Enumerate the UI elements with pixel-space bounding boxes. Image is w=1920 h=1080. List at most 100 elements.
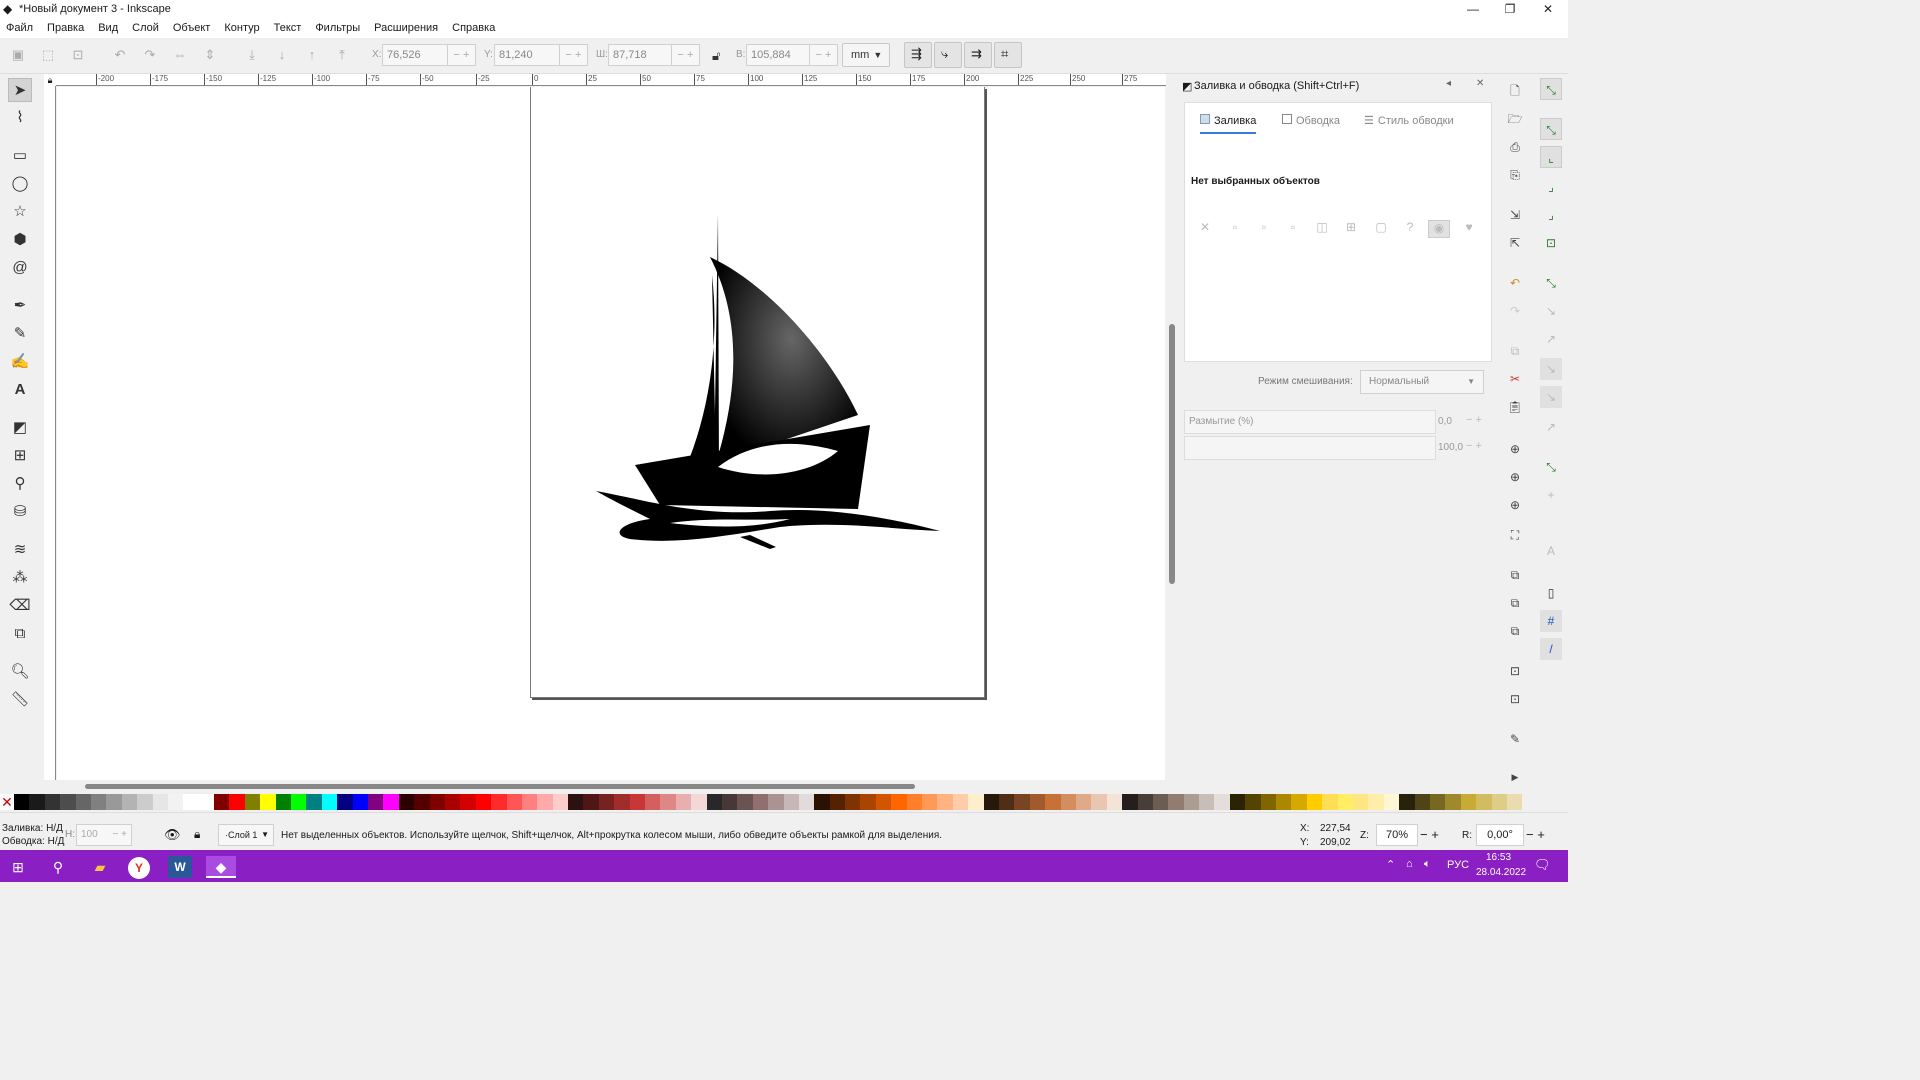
color-swatch[interactable]	[1183, 794, 1200, 810]
inkscape-taskbar-icon[interactable]: ◆	[206, 856, 236, 878]
open-icon[interactable]: 🗁︎	[1506, 110, 1524, 128]
snap-centers-icon[interactable]: ⤡	[1540, 456, 1562, 478]
color-swatch[interactable]	[1460, 794, 1477, 810]
blur-stepper[interactable]: − +	[1466, 414, 1482, 426]
color-swatch[interactable]	[491, 794, 507, 810]
color-swatch[interactable]	[44, 794, 61, 810]
snap-intersection-icon[interactable]: ↗	[1540, 328, 1562, 350]
fill-rule-nonzero-icon[interactable]: ♥	[1458, 220, 1480, 238]
gradient-tool[interactable]: ◩	[8, 416, 32, 440]
dropper-tool[interactable]: ⚲	[8, 472, 32, 496]
menu-layer[interactable]: Слой	[132, 22, 159, 34]
menu-object[interactable]: Объект	[173, 22, 210, 34]
undo-icon[interactable]: ↶	[1506, 274, 1524, 292]
color-swatch[interactable]	[90, 794, 107, 810]
color-swatch[interactable]	[1045, 794, 1061, 810]
color-swatch[interactable]	[1445, 794, 1461, 810]
color-swatch[interactable]	[968, 794, 984, 810]
color-swatch[interactable]	[460, 794, 476, 810]
color-swatch[interactable]	[768, 794, 784, 810]
color-swatch[interactable]	[845, 794, 861, 810]
color-swatch[interactable]	[1322, 794, 1338, 810]
lower-icon[interactable]: ↓	[274, 47, 290, 63]
zoom-selection-icon[interactable]: ⊕	[1506, 440, 1524, 458]
group-icon[interactable]: ⊡	[1506, 662, 1524, 680]
width-stepper[interactable]: − +	[672, 44, 700, 66]
export-icon[interactable]: ⇱	[1506, 234, 1524, 252]
color-swatch[interactable]	[229, 794, 245, 810]
zoom-width-icon[interactable]: ⛶	[1506, 526, 1524, 544]
x-stepper[interactable]: − +	[448, 44, 476, 66]
transform-pattern-button[interactable]: ⌗	[994, 42, 1022, 68]
paste-icon[interactable]: 📋︎	[1506, 398, 1524, 416]
tray-chevron-icon[interactable]: ⌃	[1386, 858, 1395, 871]
notifications-icon[interactable]: 🗨︎	[1534, 857, 1551, 873]
color-swatch[interactable]	[552, 794, 569, 810]
snap-enable-icon[interactable]: ⤡	[1540, 78, 1562, 100]
snap-nodes-icon[interactable]: ⤡	[1540, 272, 1562, 294]
color-swatch[interactable]	[398, 794, 415, 810]
calligraphy-tool[interactable]: ✍	[8, 350, 32, 374]
lower-bottom-icon[interactable]: ⤓	[244, 47, 260, 63]
raise-top-icon[interactable]: ⤒	[334, 47, 350, 63]
no-color-swatch[interactable]: ✕	[0, 794, 14, 810]
ungroup-icon[interactable]: ⊡	[1506, 690, 1524, 708]
vertical-scroll-thumb[interactable]	[1169, 324, 1175, 584]
spiral-tool[interactable]: @	[8, 256, 32, 280]
layer-select[interactable]: ·Слой 1 ▼	[218, 824, 274, 846]
minimize-button[interactable]: —	[1455, 0, 1491, 18]
color-swatch[interactable]	[752, 794, 769, 810]
menu-text[interactable]: Текст	[274, 22, 302, 34]
tab-fill[interactable]: Заливка	[1200, 108, 1257, 134]
color-swatch[interactable]	[137, 794, 153, 810]
linear-gradient-icon[interactable]: ▫	[1253, 220, 1275, 238]
color-swatch[interactable]	[1291, 794, 1307, 810]
color-swatch[interactable]	[798, 794, 815, 810]
horizontal-scrollbar[interactable]	[57, 780, 1166, 792]
opacity-stepper[interactable]: − +	[1466, 440, 1482, 452]
unlink-clone-icon[interactable]: ⧉	[1506, 622, 1524, 640]
color-swatch[interactable]	[244, 794, 261, 810]
y-stepper[interactable]: − +	[560, 44, 588, 66]
snap-bbox-icon[interactable]: ⤡	[1540, 118, 1562, 140]
color-swatch[interactable]	[291, 794, 307, 810]
guide-lock-icon[interactable]: 🔒︎	[44, 74, 56, 86]
cut-icon[interactable]: ✂	[1506, 370, 1524, 388]
color-swatch[interactable]	[1122, 794, 1138, 810]
color-swatch[interactable]	[937, 794, 953, 810]
color-swatch[interactable]	[521, 794, 538, 810]
file-explorer-icon[interactable]: ▰	[88, 856, 112, 878]
color-swatch[interactable]	[1306, 794, 1323, 810]
raise-icon[interactable]: ↑	[304, 47, 320, 63]
color-swatch[interactable]	[1491, 794, 1507, 810]
blur-slider[interactable]: Размытие (%)	[1184, 410, 1436, 434]
unset-paint-icon[interactable]: ?	[1399, 220, 1421, 238]
color-swatch[interactable]	[891, 794, 907, 810]
color-swatch[interactable]	[952, 794, 969, 810]
mesh-gradient-icon[interactable]: ◫	[1311, 220, 1333, 238]
color-swatch[interactable]	[1476, 794, 1492, 810]
clock-date[interactable]: 28.04.2022	[1476, 867, 1526, 878]
color-swatch[interactable]	[1014, 794, 1030, 810]
width-field[interactable]: 87,718	[608, 44, 672, 66]
maximize-button[interactable]: ❐	[1492, 0, 1528, 18]
zoom-page-icon[interactable]: ⊕	[1506, 496, 1524, 514]
color-swatch[interactable]	[367, 794, 384, 810]
color-swatch[interactable]	[1214, 794, 1230, 810]
color-swatch[interactable]	[1368, 794, 1384, 810]
color-swatch[interactable]	[983, 794, 999, 810]
color-swatch[interactable]	[1352, 794, 1369, 810]
flip-vertical-icon[interactable]: ⇕	[202, 47, 218, 63]
color-swatch[interactable]	[721, 794, 738, 810]
flat-color-icon[interactable]: ▫	[1224, 220, 1246, 238]
color-swatch[interactable]	[106, 794, 122, 810]
swatch-icon[interactable]: ▢	[1370, 220, 1392, 238]
color-swatch[interactable]	[1106, 794, 1123, 810]
word-icon[interactable]: W	[168, 856, 192, 878]
snap-page-border-icon[interactable]: ▯	[1540, 582, 1562, 604]
flip-horizontal-icon[interactable]: ⇔	[172, 47, 188, 63]
color-swatch[interactable]	[14, 794, 30, 810]
color-swatch[interactable]	[475, 794, 492, 810]
x-field[interactable]: 76,526	[382, 44, 448, 66]
snap-cusp-icon[interactable]: ↘	[1540, 358, 1562, 380]
